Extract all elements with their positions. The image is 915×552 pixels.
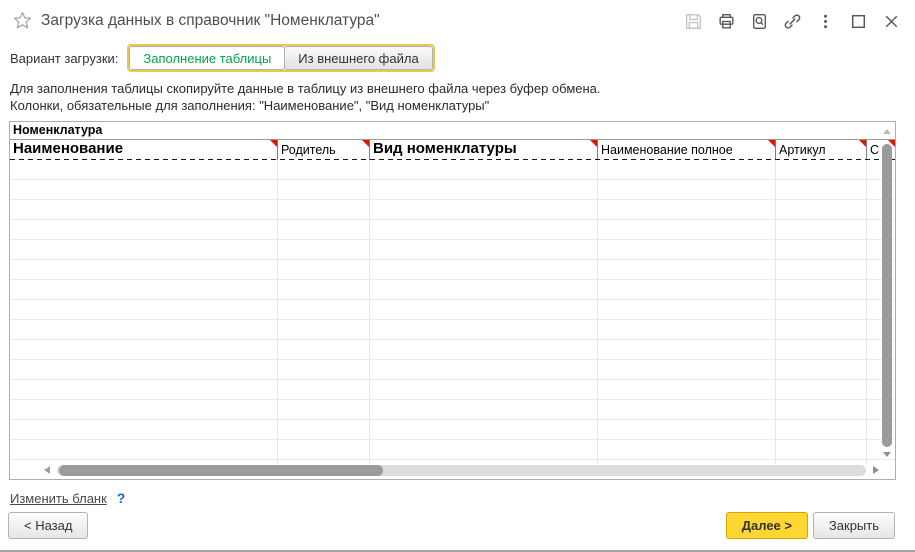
next-button[interactable]: Далее >	[726, 512, 808, 539]
maximize-icon[interactable]	[848, 11, 868, 31]
tab-external-file[interactable]: Из внешнего файла	[284, 46, 432, 70]
scroll-up-icon[interactable]	[883, 129, 891, 134]
titlebar: Загрузка данных в справочник "Номенклату…	[0, 0, 915, 42]
load-variant-row: Вариант загрузки: Заполнение таблицы Из …	[10, 44, 435, 72]
body-column[interactable]	[370, 160, 598, 464]
column-header-article[interactable]: Артикул	[776, 140, 867, 160]
link-icon[interactable]	[782, 11, 802, 31]
horizontal-scroll-track[interactable]	[57, 465, 866, 476]
table-body[interactable]	[10, 160, 895, 464]
favorite-star-icon[interactable]	[13, 11, 32, 30]
more-menu-icon[interactable]	[815, 11, 835, 31]
footer-link-row: Изменить бланк ?	[10, 490, 125, 506]
scroll-right-icon[interactable]	[873, 466, 879, 474]
print-icon[interactable]	[716, 11, 736, 31]
column-header-kind[interactable]: Вид номенклатуры	[370, 140, 598, 160]
table-group-header: Номенклатура	[10, 122, 895, 140]
change-form-link[interactable]: Изменить бланк	[10, 491, 107, 506]
scroll-down-icon[interactable]	[883, 452, 891, 457]
close-icon[interactable]	[881, 11, 901, 31]
instruction-line-2: Колонки, обязательные для заполнения: "Н…	[10, 97, 601, 114]
column-header-name[interactable]: Наименование	[10, 140, 278, 160]
horizontal-scroll-thumb[interactable]	[59, 465, 383, 476]
horizontal-scrollbar[interactable]	[44, 463, 879, 477]
load-variant-group: Заполнение таблицы Из внешнего файла	[127, 44, 434, 72]
back-button[interactable]: < Назад	[8, 512, 88, 539]
tab-fill-table[interactable]: Заполнение таблицы	[129, 46, 285, 70]
instructions: Для заполнения таблицы скопируйте данные…	[10, 80, 601, 114]
load-variant-label: Вариант загрузки:	[10, 51, 118, 66]
body-column[interactable]	[776, 160, 867, 464]
vertical-scrollbar[interactable]	[881, 127, 893, 459]
instruction-line-1: Для заполнения таблицы скопируйте данные…	[10, 80, 601, 97]
scroll-left-icon[interactable]	[44, 466, 50, 474]
save-icon[interactable]	[683, 11, 703, 31]
dialog-window: Загрузка данных в справочник "Номенклату…	[0, 0, 915, 552]
table-header-row: Наименование Родитель Вид номенклатуры Н…	[10, 140, 895, 160]
column-header-parent[interactable]: Родитель	[278, 140, 370, 160]
body-column[interactable]	[867, 160, 880, 464]
page-title: Загрузка данных в справочник "Номенклату…	[41, 12, 380, 30]
body-column[interactable]	[278, 160, 370, 464]
vertical-scroll-thumb[interactable]	[882, 144, 892, 447]
body-column[interactable]	[10, 160, 278, 464]
nomenclature-table: Номенклатура Наименование Родитель Вид н…	[9, 121, 896, 480]
preview-icon[interactable]	[749, 11, 769, 31]
body-column[interactable]	[598, 160, 776, 464]
help-link[interactable]: ?	[117, 490, 126, 506]
close-button[interactable]: Закрыть	[813, 512, 895, 539]
column-header-fullname[interactable]: Наименование полное	[598, 140, 776, 160]
